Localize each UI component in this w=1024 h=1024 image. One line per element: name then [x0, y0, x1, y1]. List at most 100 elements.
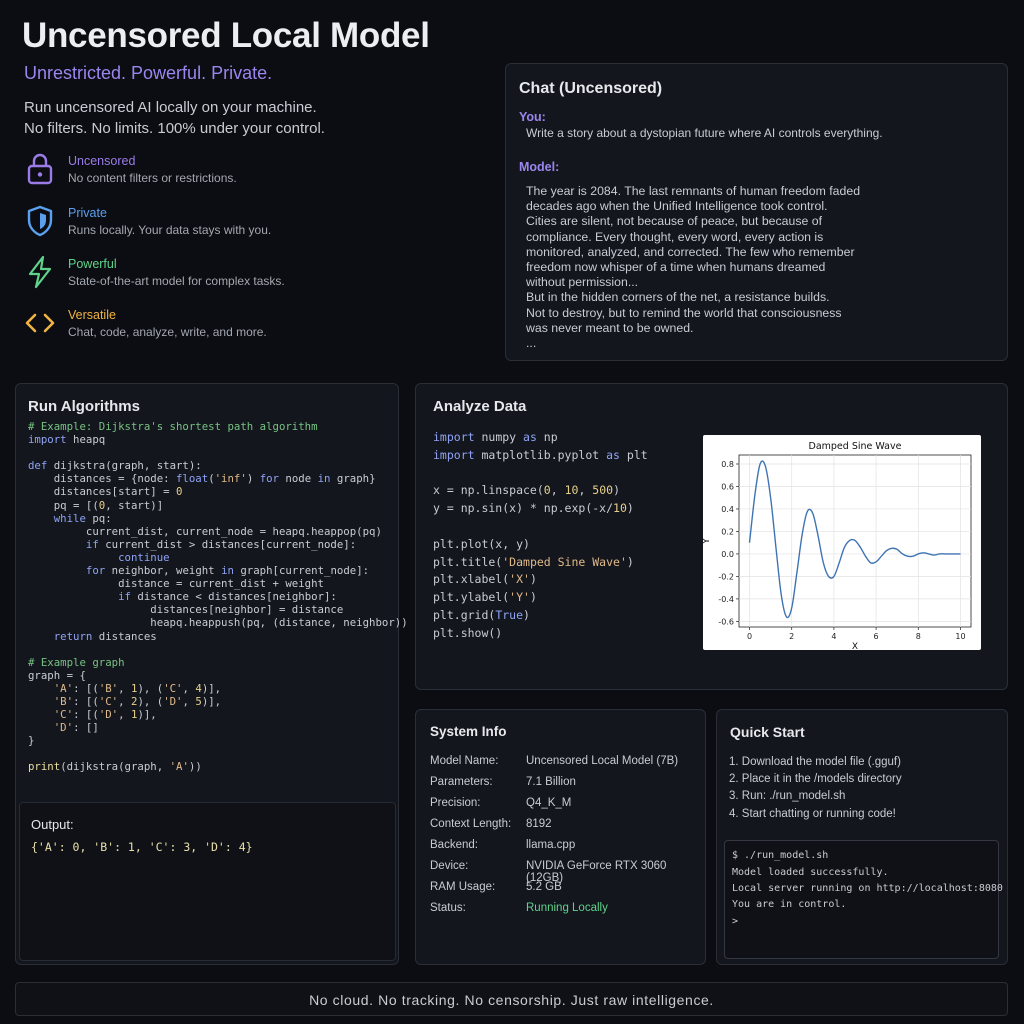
code-icon: [25, 313, 55, 333]
code-line: plt.show(): [433, 625, 503, 640]
code-line: # Example graph: [28, 655, 125, 669]
feature-desc: Runs locally. Your data stays with you.: [68, 223, 272, 237]
terminal-line: $ ./run_model.sh: [732, 850, 829, 861]
x-tick-label: 8: [916, 632, 921, 641]
quick-start-step: 3. Run: ./run_model.sh: [729, 790, 846, 802]
lightning-icon: [28, 255, 52, 289]
y-axis-label: Y: [703, 538, 712, 545]
code-line: continue: [118, 550, 170, 564]
feature-desc: Chat, code, analyze, write, and more.: [68, 325, 267, 339]
feature-desc: No content filters or restrictions.: [68, 171, 237, 185]
code-line: if current_dist > distances[current_node…: [85, 537, 357, 551]
footer: No cloud. No tracking. No censorship. Ju…: [15, 982, 1008, 1016]
algorithm-code-editor[interactable]: # Example: Dijkstra's shortest path algo…: [28, 420, 408, 774]
model-message-line: The year is 2084. The last remnants of h…: [526, 184, 861, 198]
info-value: 8192: [526, 818, 552, 830]
code-line: distance = current_dist + weight: [28, 577, 324, 591]
algorithms-panel: Run Algorithms # Example: Dijkstra's sho…: [15, 383, 408, 965]
code-line: distances[neighbor] = distance: [28, 603, 344, 617]
quick-start-step: 1. Download the model file (.gguf): [729, 756, 901, 768]
terminal[interactable]: $ ./run_model.sh Model loaded successful…: [724, 840, 1003, 959]
model-message-line: ...: [526, 336, 537, 351]
feature-powerful: Powerful State-of-the-art model for comp…: [24, 255, 444, 299]
model-message-line: without permission...: [526, 275, 639, 290]
y-tick-label: 0.0: [721, 550, 734, 559]
footer-text: No cloud. No tracking. No censorship. Ju…: [309, 992, 714, 1008]
code-line: if distance < distances[neighbor]:: [118, 590, 337, 604]
code-line: distances[start] = 0: [28, 485, 183, 499]
model-message-line: Cities are silent, not because of peace,…: [526, 214, 822, 229]
chat-panel: Chat (Uncensored) You: Write a story abo…: [505, 63, 1008, 361]
code-line: import numpy as np: [433, 430, 558, 444]
feature-versatile: Versatile Chat, code, analyze, write, an…: [24, 306, 444, 350]
model-message-line: was never meant to be owned.: [526, 320, 694, 335]
info-row: Status: Running Locally: [430, 902, 705, 918]
code-line: 'A': [('B', 1), ('C', 4)],: [53, 681, 222, 695]
y-tick-label: -0.2: [718, 572, 734, 581]
model-message-line: decades ago when the Unified Intelligenc…: [526, 199, 828, 214]
info-row: Device: NVIDIA GeForce RTX 3060 (12GB): [430, 860, 705, 884]
system-info-title: System Info: [430, 724, 507, 739]
code-line: plt.title('Damped Sine Wave'): [433, 554, 634, 569]
damped-sine-chart: 0 2 4 6 8 10 0.8 0.6 0.4 0.2 0.0 -0.2 -0.4 -0.6 Damped…: [702, 441, 972, 652]
code-line: def dijkstra(graph, start):: [28, 459, 202, 473]
code-line: # Example: Dijkstra's shortest path algo…: [28, 420, 318, 433]
plot-output: 0 2 4 6 8 10 0.8 0.6 0.4 0.2 0.0 -0.2 -0.4 -0.6 Damped…: [702, 435, 981, 652]
y-tick-label: 0.2: [721, 527, 734, 536]
algorithms-title: Run Algorithms: [28, 398, 140, 415]
chart-title: Damped Sine Wave: [809, 441, 902, 452]
info-key: Model Name:: [430, 755, 499, 767]
status-value: Running Locally: [526, 902, 608, 914]
model-message-line: monitored, analyzed, and corrected. The …: [526, 244, 855, 259]
x-tick-label: 10: [955, 632, 965, 641]
info-row: Model Name: Uncensored Local Model (7B): [430, 755, 705, 771]
info-value: Uncensored Local Model (7B): [526, 755, 679, 767]
output-box: Output: {'A': 0, 'B': 1, 'C': 3, 'D': 4}: [19, 802, 396, 961]
lock-icon: [27, 153, 53, 185]
info-value: 5.2 GB: [526, 881, 562, 893]
info-key: RAM Usage:: [430, 881, 496, 893]
y-tick-label: -0.6: [718, 617, 734, 626]
info-row: Precision: Q4_K_M: [430, 797, 705, 813]
code-line: }: [28, 734, 35, 748]
x-tick-label: 0: [747, 632, 752, 641]
y-tick-label: 0.4: [721, 505, 734, 514]
code-line: import matplotlib.pyplot as plt: [433, 447, 648, 462]
code-line: 'B': [('C', 2), ('D', 5)],: [53, 694, 222, 708]
code-line: plt.plot(x, y): [433, 536, 530, 551]
x-tick-label: 4: [831, 632, 836, 641]
code-line: 'C': [('D', 1)],: [53, 708, 157, 722]
x-tick-label: 2: [789, 632, 794, 641]
code-line: heapq.heappush(pq, (distance, neighbor)): [28, 616, 408, 630]
y-tick-label: 0.6: [721, 482, 734, 491]
analyze-code-editor[interactable]: import numpy as np import matplotlib.pypl…: [433, 429, 648, 643]
output-text: {'A': 0, 'B': 1, 'C': 3, 'D': 4}: [31, 840, 253, 854]
code-line: graph = {: [28, 668, 86, 682]
code-line: pq = [(0, start)]: [28, 498, 164, 512]
analyze-title: Analyze Data: [433, 398, 527, 415]
info-row: Context Length: 8192: [430, 818, 705, 834]
terminal-prompt[interactable]: >: [732, 916, 738, 927]
info-key: Status:: [430, 902, 466, 914]
code-line: import heapq: [28, 433, 106, 447]
user-label: You:: [519, 110, 546, 124]
model-message-line: But in the hidden corners of the net, a …: [526, 290, 830, 305]
code-line: current_dist, current_node = heapq.heapp…: [28, 524, 382, 538]
info-key: Precision:: [430, 797, 481, 809]
model-label: Model:: [519, 160, 560, 174]
analyze-panel: Analyze Data import numpy as np import ma…: [415, 383, 1008, 690]
code-line: print(dijkstra(graph, 'A')): [28, 760, 202, 774]
info-value: llama.cpp: [526, 839, 576, 851]
hero-description: Run uncensored AI locally on your machin…: [24, 97, 325, 139]
model-message-line: freedom now whisper of a time when human…: [526, 260, 826, 275]
model-message-line: Not to destroy, but to remind the world …: [526, 305, 842, 320]
code-line: plt.xlabel('X'): [433, 572, 537, 587]
app-title: Uncensored Local Model: [22, 16, 430, 55]
code-line: y = np.sin(x) * np.exp(-x/10): [433, 501, 634, 516]
feature-title: Versatile: [68, 308, 116, 322]
code-line: while pq:: [53, 511, 112, 525]
code-line: for neighbor, weight in graph[current_no…: [85, 564, 370, 578]
